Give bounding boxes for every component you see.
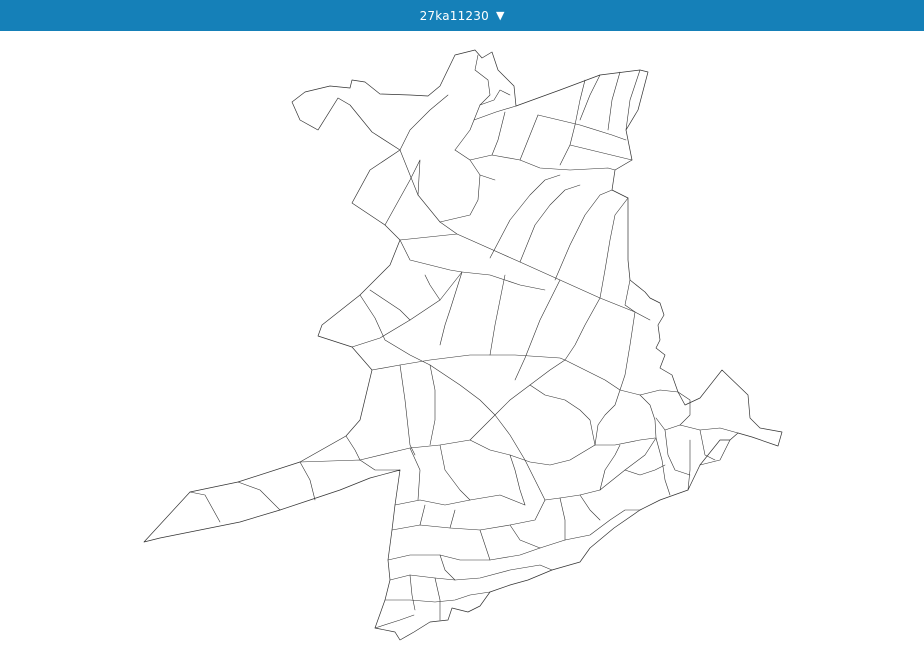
district-map-svg[interactable] <box>0 31 924 660</box>
map-outline <box>143 49 783 641</box>
district-map[interactable] <box>0 31 924 660</box>
area-selector[interactable]: 27ka11230 ▼ <box>0 0 924 31</box>
triangle-down-icon[interactable]: ▼ <box>496 10 504 21</box>
area-code-title: 27ka11230 <box>419 8 489 23</box>
